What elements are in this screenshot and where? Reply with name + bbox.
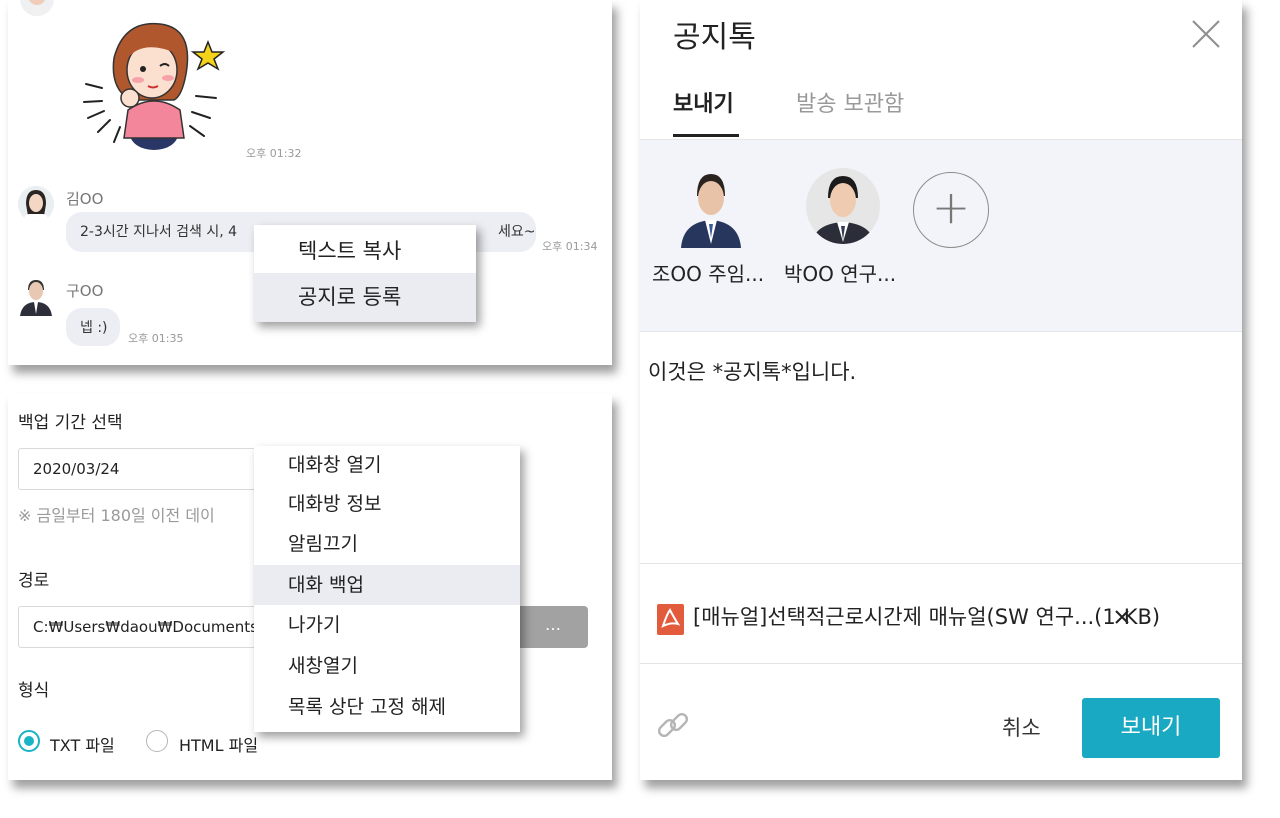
message-text: 2-3시간 지나서 검색 시, 4 (80, 224, 238, 240)
chat-panel: 오후 01:32 김OO 2-3시간 지나서 검색 시, 4 세요~ 오후 01… (8, 0, 612, 365)
path-input[interactable]: C:₩Users₩daou₩Documents (18, 606, 268, 648)
backup-note: ※ 금일부터 180일 이전 데이 (18, 506, 215, 525)
divider (640, 663, 1242, 664)
avatar[interactable] (18, 276, 54, 316)
attachment-name[interactable]: [매뉴얼]선택적근로시간제 매뉴얼(SW 연구...(1 KB) (693, 601, 1160, 631)
recipient-avatar[interactable] (806, 168, 880, 244)
cancel-button[interactable]: 취소 (1002, 712, 1041, 742)
message-bubble[interactable]: 넵 :) (66, 308, 120, 346)
add-recipient-button[interactable]: + (913, 172, 989, 248)
active-tab-indicator (673, 134, 739, 137)
menu-item-leave[interactable]: 나가기 (254, 605, 520, 646)
recipient-name: 조OO 주임... (652, 262, 765, 286)
divider (640, 563, 1242, 564)
menu-item-open-chat[interactable]: 대화창 열기 (254, 446, 520, 484)
notice-panel: 공지톡 보내기 발송 보관함 + 조OO 주임... 박OO 연구... 이것은… (640, 0, 1242, 780)
pdf-icon (657, 604, 684, 635)
message-time: 오후 01:34 (542, 240, 598, 253)
send-button[interactable]: 보내기 (1082, 698, 1220, 758)
message-time: 오후 01:35 (128, 332, 184, 345)
menu-item-backup[interactable]: 대화 백업 (254, 565, 520, 605)
avatar[interactable] (18, 186, 54, 222)
message-text-end: 세요~ (498, 224, 536, 240)
tab-send[interactable]: 보내기 (673, 86, 734, 118)
path-label: 경로 (18, 571, 50, 591)
menu-item-unpin[interactable]: 목록 상단 고정 해제 (254, 687, 520, 728)
message-text: 넵 :) (80, 320, 108, 336)
backup-period-label: 백업 기간 선택 (18, 413, 123, 433)
sticker-image[interactable] (80, 14, 228, 156)
radio-txt[interactable] (18, 730, 40, 752)
radio-label-txt: TXT 파일 (50, 736, 115, 755)
message-body[interactable]: 이것은 *공지톡*입니다. (648, 356, 856, 386)
tab-sent-archive[interactable]: 발송 보관함 (796, 86, 904, 118)
radio-html[interactable] (146, 730, 168, 752)
recipient-name: 박OO 연구... (784, 262, 897, 286)
link-icon[interactable] (656, 708, 690, 742)
menu-item-room-info[interactable]: 대화방 정보 (254, 484, 520, 524)
menu-item-mute[interactable]: 알림끄기 (254, 524, 520, 565)
attachment-label: [매뉴얼]선택적근로시간제 매뉴얼(SW 연구...(1 (693, 605, 1116, 629)
close-icon[interactable] (1190, 18, 1222, 50)
avatar[interactable] (20, 0, 54, 16)
backup-date-input[interactable]: 2020/03/24 (18, 448, 268, 490)
message-time: 오후 01:32 (246, 147, 302, 160)
attachment-remove-icon[interactable] (1114, 606, 1130, 624)
radio-label-html: HTML 파일 (179, 736, 259, 755)
notice-title: 공지톡 (673, 20, 756, 55)
menu-item-copy-text[interactable]: 텍스트 복사 (254, 225, 476, 273)
format-label: 형식 (18, 681, 50, 701)
sender-name: 김OO (66, 190, 104, 208)
sender-name: 구OO (66, 282, 104, 300)
menu-item-register-notice[interactable]: 공지로 등록 (254, 273, 476, 322)
message-context-menu: 텍스트 복사 공지로 등록 (254, 225, 476, 322)
browse-button[interactable]: … (520, 606, 588, 648)
recipient-avatar[interactable] (675, 168, 747, 248)
room-context-menu: 대화창 열기 대화방 정보 알림끄기 대화 백업 나가기 새창열기 목록 상단 … (254, 446, 520, 732)
menu-item-new-window[interactable]: 새창열기 (254, 646, 520, 687)
